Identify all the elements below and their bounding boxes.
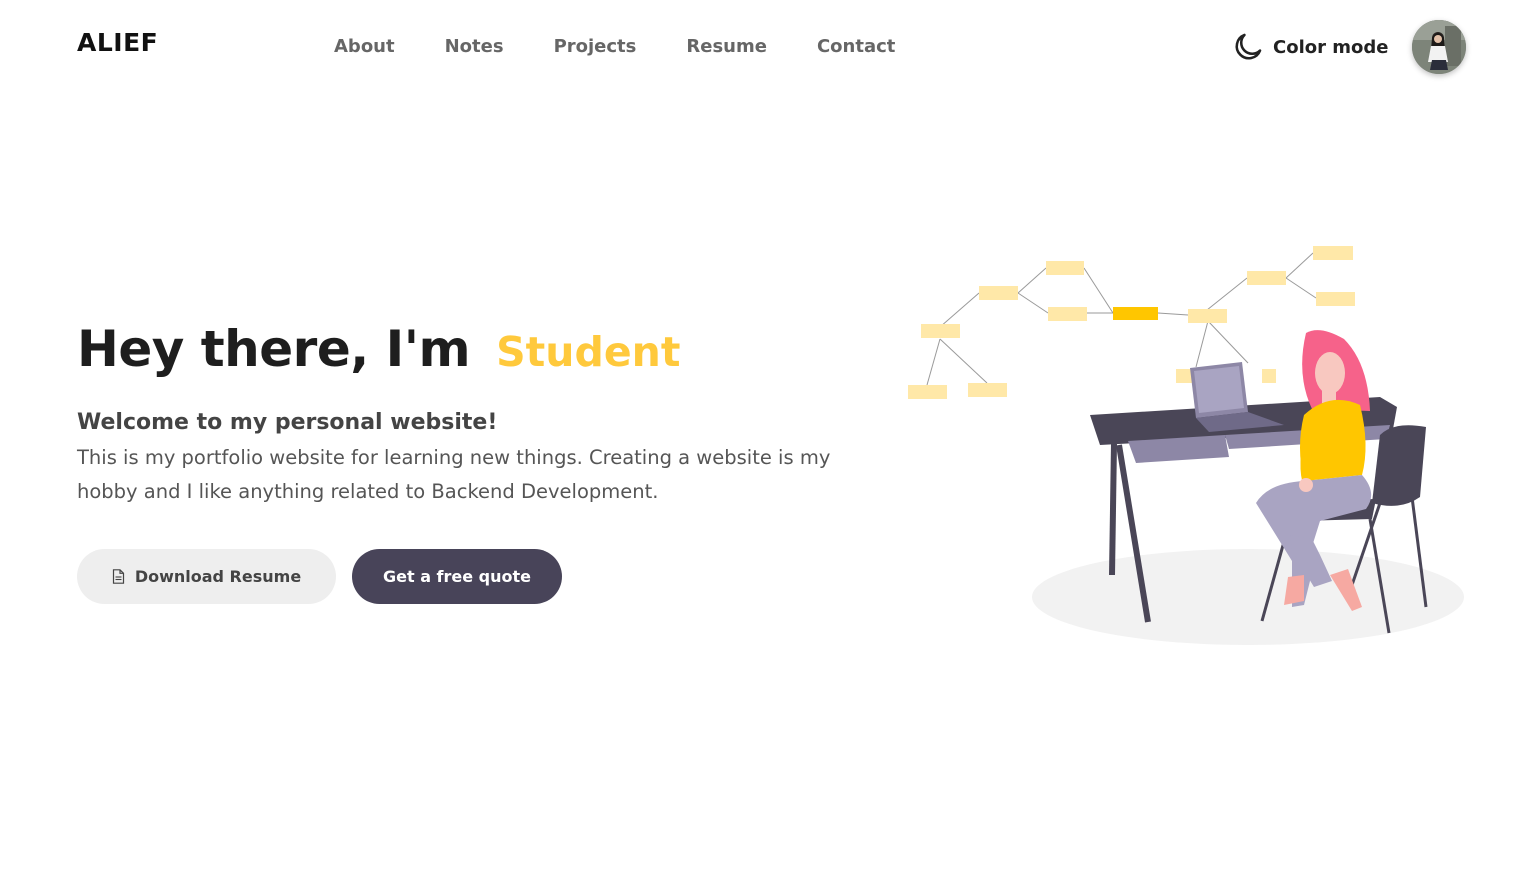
nav-link-resume[interactable]: Resume [686, 36, 767, 57]
nav-link-projects[interactable]: Projects [554, 36, 637, 57]
mind-map-notes [908, 246, 1355, 399]
nav-links: About Notes Projects Resume Contact [334, 36, 945, 57]
navbar: ALIEF About Notes Projects Resume Contac… [0, 0, 1530, 95]
free-quote-button[interactable]: Get a free quote [352, 549, 562, 604]
avatar[interactable] [1412, 20, 1466, 74]
hero-greeting: Hey there, I'm [77, 320, 471, 378]
hero-illustration [908, 246, 1464, 645]
hero-role: Student [496, 328, 681, 376]
mind-map-highlight-note [1113, 307, 1158, 320]
site-logo[interactable]: ALIEF [77, 28, 158, 57]
floor-shadow [1032, 549, 1464, 645]
avatar-image [1412, 20, 1466, 74]
hero-description: This is my portfolio website for learnin… [77, 446, 831, 503]
hero: Hey there, I'm Student Welcome to my per… [77, 320, 897, 529]
color-mode-label: Color mode [1273, 36, 1389, 58]
moon-icon [1235, 33, 1262, 60]
download-resume-label: Download Resume [134, 567, 302, 586]
download-resume-button[interactable]: Download Resume [77, 549, 336, 604]
nav-link-about[interactable]: About [334, 36, 395, 57]
free-quote-label: Get a free quote [382, 567, 532, 586]
document-icon [112, 569, 124, 584]
color-mode-toggle[interactable]: Color mode [1231, 30, 1388, 64]
hero-title: Hey there, I'm Student [77, 320, 897, 378]
nav-link-notes[interactable]: Notes [445, 36, 504, 57]
hero-buttons: Download Resume Get a free quote [77, 549, 562, 604]
nav-link-contact[interactable]: Contact [817, 36, 895, 57]
welcome-heading: Welcome to my personal website! [77, 410, 498, 435]
